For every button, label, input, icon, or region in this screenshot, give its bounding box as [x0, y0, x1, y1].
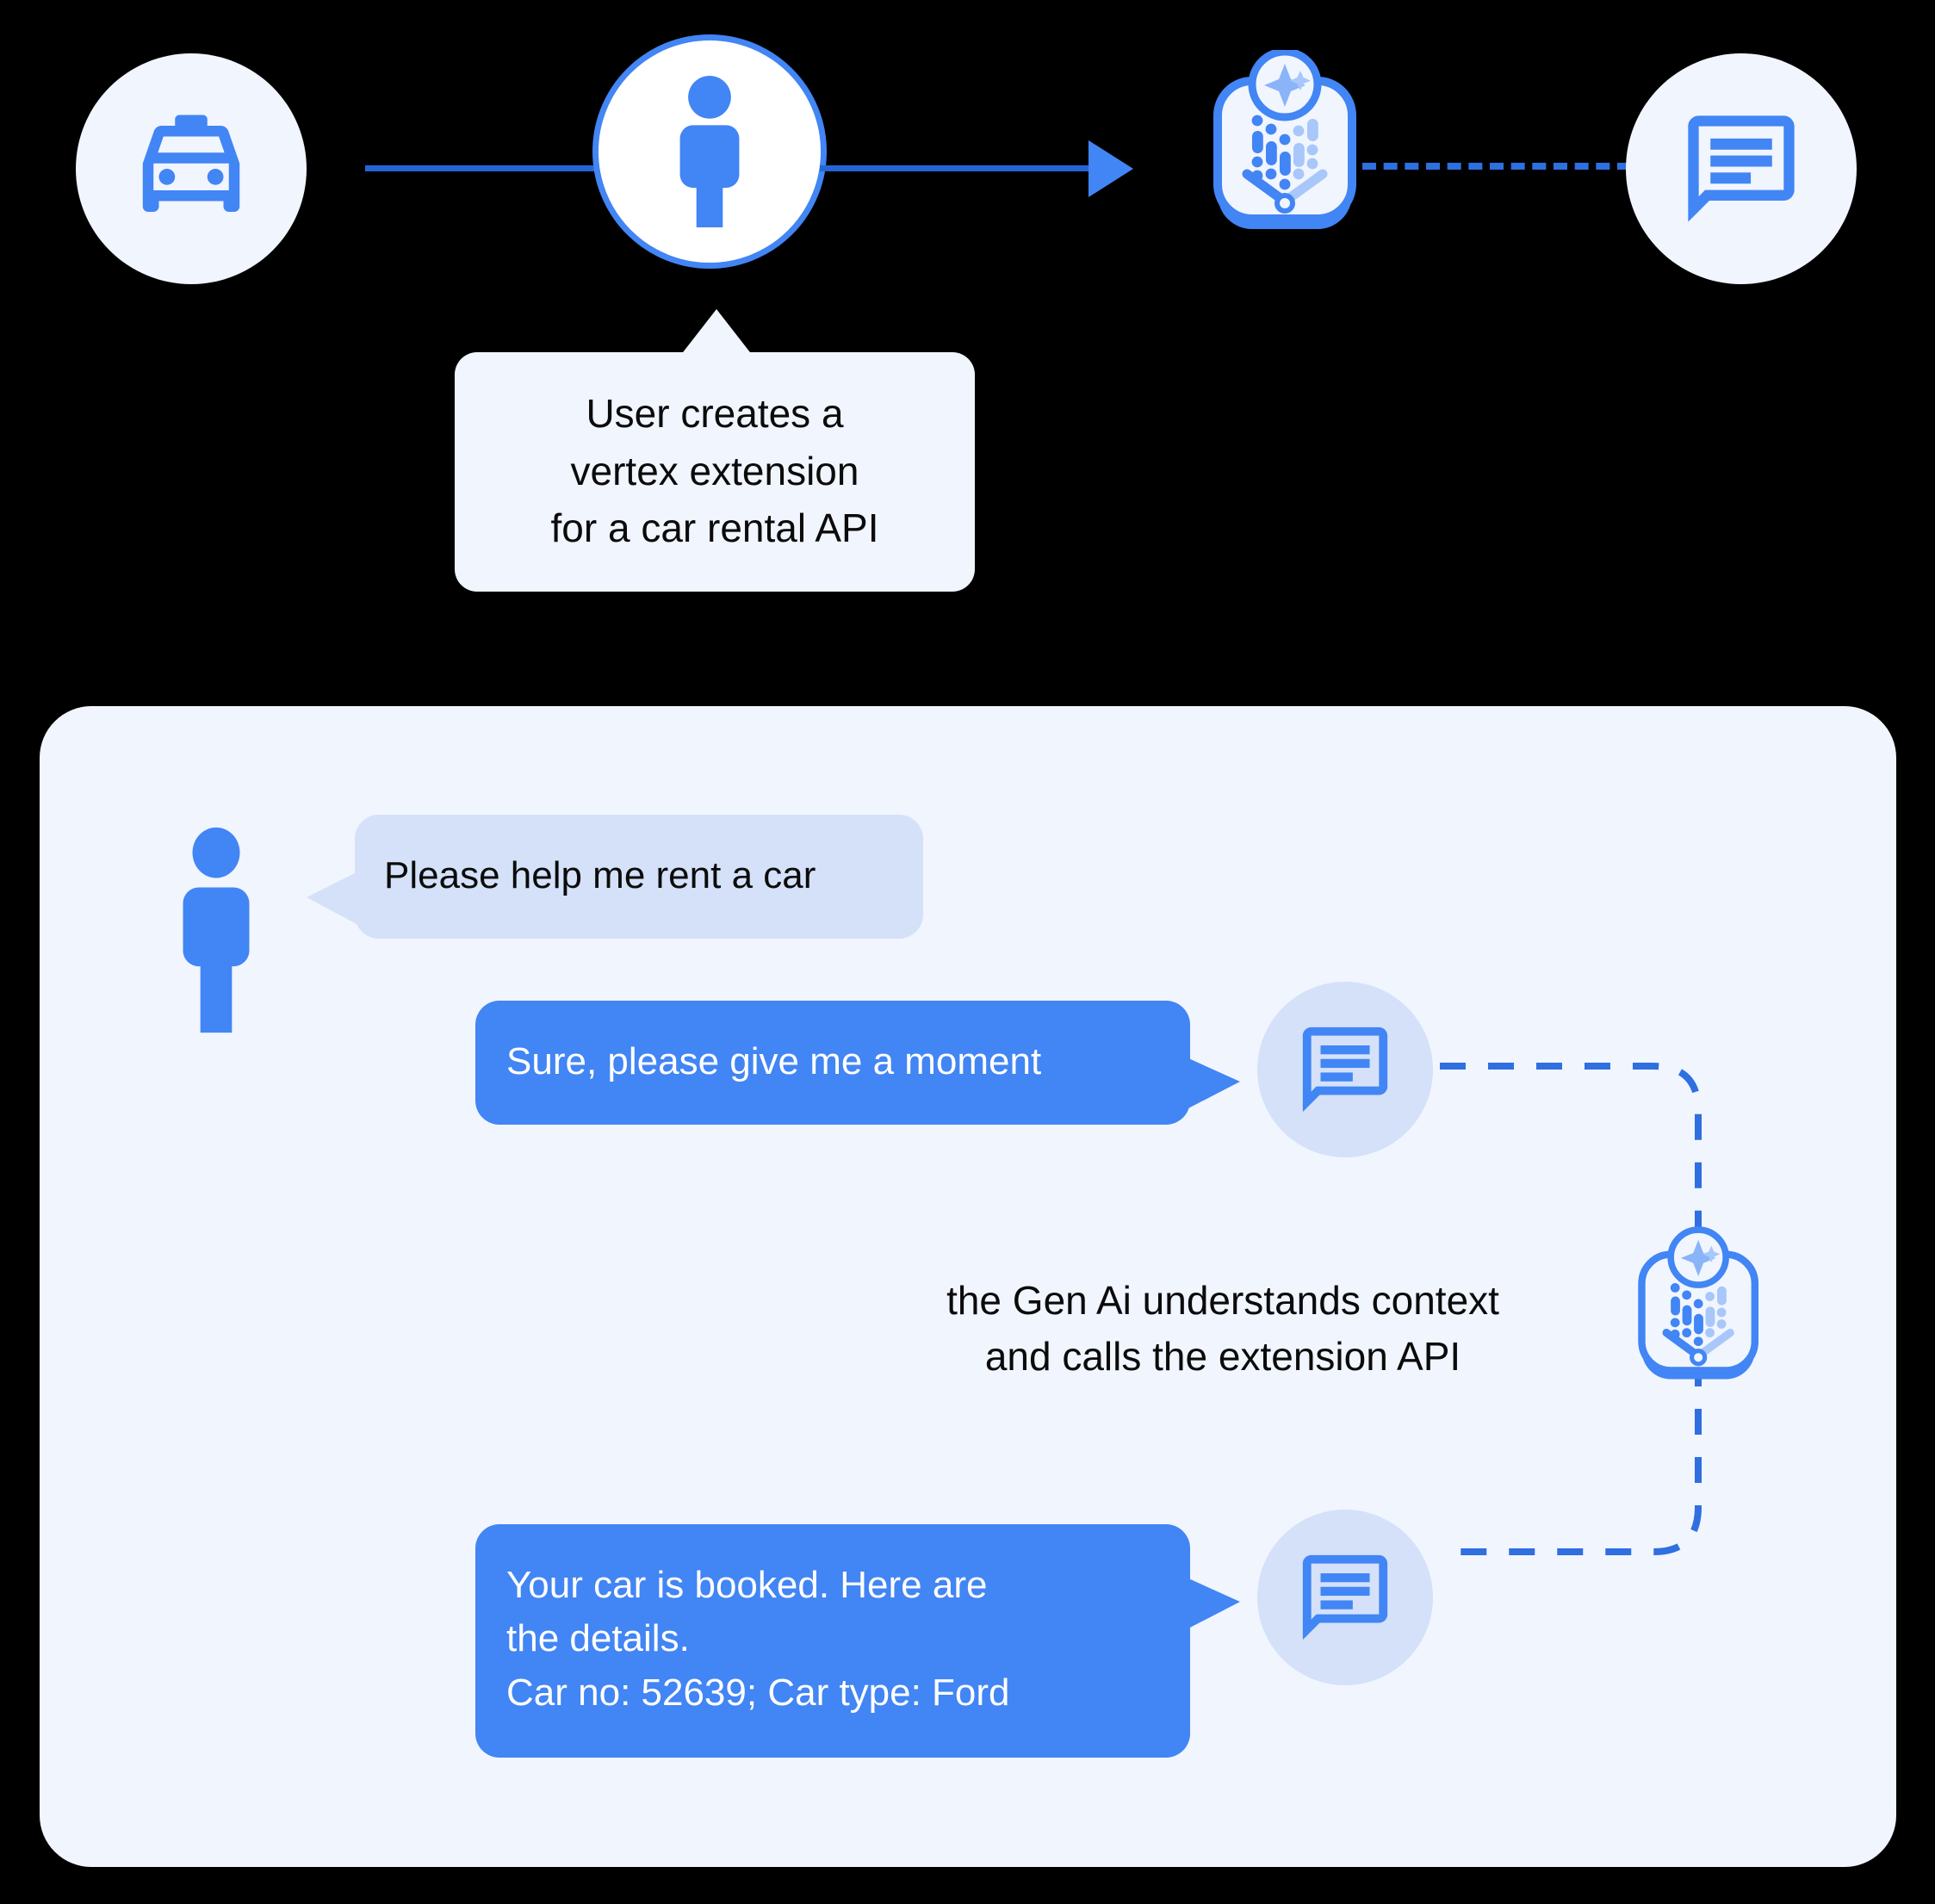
vertex-extension-icon — [1213, 47, 1356, 229]
chat-vertex-extension-node — [1630, 1226, 1768, 1390]
chat-avatar-assistant-1 — [1257, 982, 1433, 1157]
vertex-extension-icon — [1638, 1226, 1759, 1380]
assistant-2-line-1: Your car is booked. Here are — [506, 1564, 988, 1606]
tooltip-user-creates-extension: User creates a vertex extension for a ca… — [455, 352, 975, 592]
caption-line-2: and calls the extension API — [984, 1334, 1461, 1380]
bubble-tail-assistant-1 — [1187, 1057, 1240, 1109]
chat-message-assistant-1: Sure, please give me a moment — [475, 1001, 1190, 1126]
tooltip-arrow-icon — [680, 309, 753, 356]
flow-line-user-to-extension — [820, 165, 1095, 171]
dashed-line-extension-to-chat — [1362, 163, 1631, 170]
person-icon — [679, 76, 740, 227]
chat-message-user: Please help me rent a car — [355, 815, 923, 940]
tooltip-line-3: for a car rental API — [550, 505, 879, 551]
chat-avatar-assistant-2 — [1257, 1510, 1433, 1685]
chat-avatar-user — [169, 827, 264, 1033]
chat-node — [1626, 53, 1857, 284]
caption-line-1: the Gen Ai understands context — [946, 1278, 1499, 1323]
bubble-tail-assistant-2 — [1187, 1578, 1240, 1629]
vertex-extension-node — [1204, 47, 1368, 239]
assistant-2-line-2: the details. — [506, 1617, 690, 1660]
taxi-node — [76, 53, 307, 284]
chat-bubble-icon — [1302, 1026, 1388, 1113]
assistant-2-line-3: Car no: 52639; Car type: Ford — [506, 1671, 1010, 1714]
chat-message-assistant-2: Your car is booked. Here are the details… — [475, 1524, 1190, 1758]
tooltip-line-1: User creates a — [586, 391, 844, 436]
chat-bubble-icon — [1302, 1554, 1388, 1640]
arrow-head-icon — [1088, 140, 1133, 197]
flow-line-taxi-to-user — [365, 165, 598, 171]
taxi-icon — [142, 115, 240, 212]
person-icon — [183, 827, 250, 1033]
user-node — [592, 34, 827, 269]
caption-genai-context: the Gen Ai understands context and calls… — [861, 1273, 1585, 1386]
chat-bubble-icon — [1688, 115, 1795, 222]
tooltip-line-2: vertex extension — [570, 448, 859, 493]
diagram-root: User creates a vertex extension for a ca… — [0, 0, 1935, 1904]
bubble-tail-user — [307, 871, 358, 925]
